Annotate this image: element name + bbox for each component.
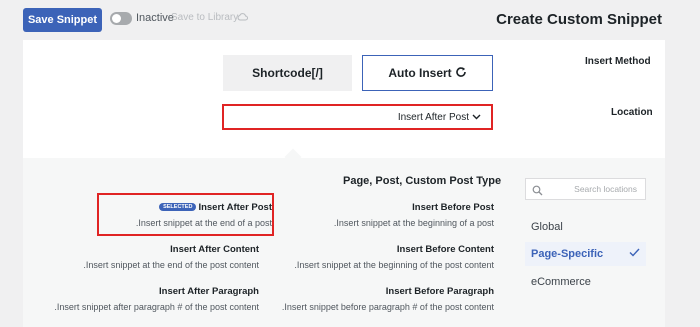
option-insert-after-content[interactable]: Insert After Content .Insert snippet at … (40, 244, 259, 270)
category-ecommerce[interactable]: eCommerce (525, 270, 646, 294)
option-description: .Insert snippet at the beginning of a po… (333, 218, 494, 228)
active-toggle[interactable] (110, 12, 132, 25)
save-snippet-button[interactable]: Save Snippet (23, 8, 102, 32)
top-bar: Save Snippet Inactive Save to Library Cr… (0, 0, 700, 40)
option-insert-before-post[interactable]: Insert Before Post .Insert snippet at th… (320, 202, 494, 228)
cloud-icon (237, 12, 248, 24)
check-icon (629, 248, 640, 260)
option-description: .Insert snippet before paragraph # of th… (281, 302, 494, 312)
option-insert-before-paragraph[interactable]: Insert Before Paragraph .Insert snippet … (270, 286, 494, 312)
option-title: Insert Before Post (412, 202, 494, 213)
option-insert-before-content[interactable]: Insert Before Content .Insert snippet at… (280, 244, 494, 270)
category-label: eCommerce (531, 276, 591, 288)
group-title: Page, Post, Custom Post Type (343, 175, 502, 187)
option-insert-after-paragraph[interactable]: Insert After Paragraph .Insert snippet a… (30, 286, 259, 312)
shortcode-method-button[interactable]: Shortcode[/] (223, 55, 352, 91)
option-description: .Insert snippet at the end of the post c… (83, 260, 259, 270)
save-to-library-link[interactable]: Save to Library (171, 12, 238, 23)
option-description: .Insert snippet after paragraph # of the… (54, 302, 259, 312)
category-global[interactable]: Global (525, 215, 646, 239)
option-title: Insert After Paragraph (159, 286, 259, 297)
insert-settings-panel: Shortcode[/] Auto Insert Insert Method L… (23, 40, 665, 158)
toggle-knob (112, 14, 121, 23)
insert-method-label: Insert Method (585, 56, 651, 67)
option-title: Insert Before Content (396, 244, 494, 255)
option-description: .Insert snippet at the beginning of the … (294, 260, 494, 270)
category-page-specific[interactable]: Page-Specific (525, 242, 646, 266)
toggle-status-label: Inactive (136, 12, 174, 24)
category-label: Global (531, 221, 563, 233)
auto-insert-method-button[interactable]: Auto Insert (362, 55, 493, 91)
page-title: Create Custom Snippet (496, 11, 662, 28)
chevron-down-icon (472, 112, 481, 123)
option-title: Insert After Content (170, 244, 259, 255)
shortcode-label: Shortcode[/] (252, 66, 323, 80)
option-title: Insert Before Paragraph (385, 286, 494, 297)
search-placeholder: Search locations (574, 184, 637, 194)
category-label: Page-Specific (531, 248, 604, 260)
search-icon (532, 183, 543, 196)
auto-insert-label: Auto Insert (388, 66, 452, 80)
location-value: Insert After Post (397, 111, 469, 123)
location-label: Location (611, 107, 653, 118)
selected-option-highlight (97, 193, 274, 236)
search-locations-input[interactable]: Search locations (525, 178, 646, 200)
refresh-icon (455, 66, 467, 81)
location-select[interactable]: Insert After Post (222, 104, 493, 130)
